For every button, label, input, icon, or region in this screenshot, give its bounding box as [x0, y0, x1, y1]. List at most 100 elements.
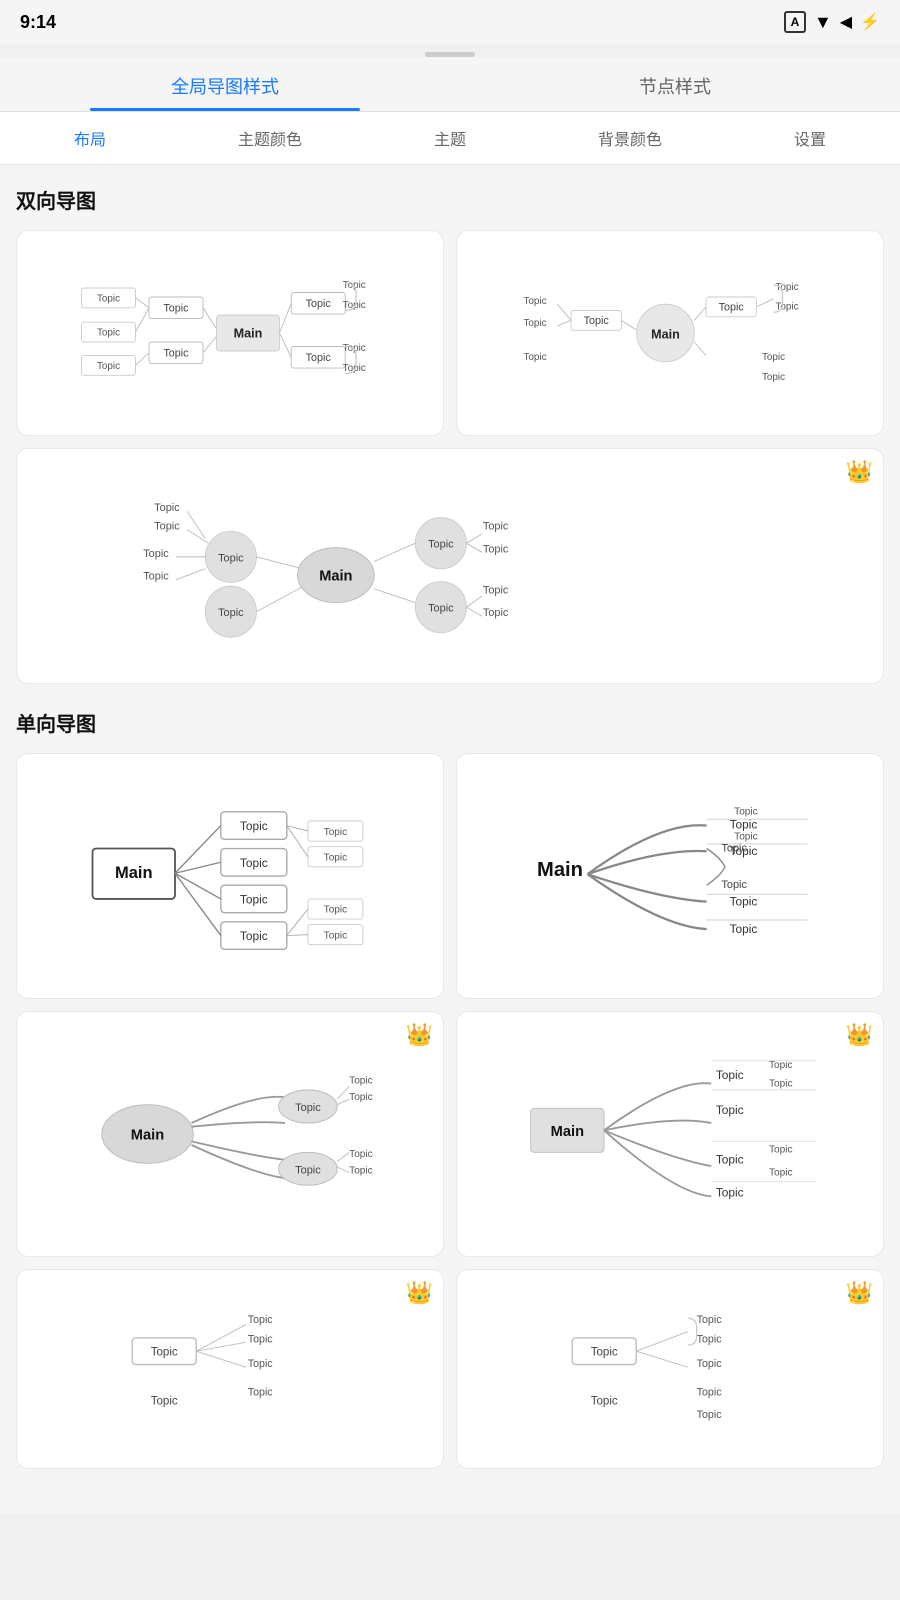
svg-text:Topic: Topic — [734, 807, 758, 818]
svg-text:Topic: Topic — [324, 852, 348, 863]
subtab-settings[interactable]: 设置 — [720, 116, 900, 160]
svg-text:Topic: Topic — [343, 280, 366, 291]
card-unidirectional-ellipse[interactable]: 👑 Main Topic Topic Topic — [16, 1011, 444, 1257]
svg-text:Topic: Topic — [730, 922, 758, 936]
svg-text:Topic: Topic — [769, 1144, 793, 1155]
svg-text:Topic: Topic — [591, 1396, 618, 1408]
svg-text:Topic: Topic — [343, 300, 366, 311]
svg-text:Topic: Topic — [349, 1076, 373, 1087]
svg-text:Topic: Topic — [218, 607, 244, 619]
subtab-layout[interactable]: 布局 — [0, 116, 180, 160]
svg-text:Topic: Topic — [697, 1333, 723, 1345]
premium-badge-ud4: 👑 — [846, 1022, 873, 1048]
tab-global-style[interactable]: 全局导图样式 — [0, 57, 450, 111]
card-unidirectional-partial1[interactable]: 👑 Topic Topic Topic Topic Topic Topic — [16, 1269, 444, 1469]
svg-text:Topic: Topic — [240, 819, 268, 833]
svg-text:Topic: Topic — [697, 1409, 723, 1421]
sub-tabs: 布局 主题颜色 主题 背景颜色 设置 — [0, 112, 900, 165]
svg-text:Topic: Topic — [591, 1347, 618, 1359]
svg-text:Topic: Topic — [248, 1387, 274, 1399]
unidirectional-cards-grid: Main Topic Topic Topic Topic Topic — [16, 753, 884, 1469]
svg-text:Topic: Topic — [151, 1396, 178, 1408]
svg-text:Topic: Topic — [306, 352, 332, 364]
svg-text:Main: Main — [651, 327, 680, 341]
svg-text:Topic: Topic — [769, 1167, 793, 1178]
section-bidirectional-title: 双向导图 — [16, 185, 884, 214]
svg-text:Topic: Topic — [248, 1358, 274, 1370]
svg-text:Main: Main — [551, 1124, 584, 1140]
card-unidirectional-rect-curve[interactable]: 👑 Main Topic Topic Topic Topic — [456, 1011, 884, 1257]
svg-text:Topic: Topic — [721, 842, 747, 854]
svg-text:Main: Main — [115, 864, 153, 882]
wifi-icon: ▼ — [814, 12, 832, 33]
svg-text:Topic: Topic — [343, 363, 366, 374]
card-bidirectional-circle[interactable]: Topic Topic Topic Topic Main Topic — [456, 230, 884, 436]
svg-text:Topic: Topic — [769, 1060, 793, 1071]
svg-text:Topic: Topic — [240, 893, 268, 907]
bidirectional-cards-grid: Topic Topic Topic Topic Topic — [16, 230, 884, 684]
svg-text:Topic: Topic — [762, 352, 785, 363]
svg-text:Topic: Topic — [697, 1387, 723, 1399]
premium-badge-ud5: 👑 — [406, 1280, 433, 1306]
svg-text:Topic: Topic — [343, 343, 366, 354]
svg-text:Topic: Topic — [428, 539, 454, 551]
mindmap-ud3: Main Topic Topic Topic Topic Topic Top — [29, 1024, 431, 1244]
svg-text:Topic: Topic — [248, 1314, 274, 1326]
card-bidirectional-rect[interactable]: Topic Topic Topic Topic Topic — [16, 230, 444, 436]
svg-text:Topic: Topic — [240, 856, 268, 870]
card-unidirectional-partial2[interactable]: 👑 Topic Topic Topic Topic Topic Topic To — [456, 1269, 884, 1469]
svg-text:Topic: Topic — [324, 930, 348, 941]
svg-text:Topic: Topic — [523, 352, 546, 363]
svg-text:Topic: Topic — [697, 1358, 723, 1370]
svg-text:Topic: Topic — [716, 1103, 744, 1117]
svg-text:Topic: Topic — [483, 584, 509, 596]
top-tabs: 全局导图样式 节点样式 — [0, 57, 900, 112]
svg-text:Topic: Topic — [324, 827, 348, 838]
section-unidirectional: 单向导图 Main Topic Topic Topic — [16, 708, 884, 1469]
subtab-theme-color[interactable]: 主题颜色 — [180, 116, 360, 160]
svg-text:Topic: Topic — [349, 1092, 373, 1103]
card-bidirectional-circle-large[interactable]: 👑 Topic Topic Topic Topic T — [16, 448, 884, 684]
keyboard-icon: A — [784, 11, 806, 33]
card-unidirectional-rect[interactable]: Main Topic Topic Topic Topic Topic — [16, 753, 444, 999]
svg-text:Topic: Topic — [349, 1149, 373, 1160]
svg-text:Topic: Topic — [716, 1152, 744, 1166]
mindmap-ud1: Main Topic Topic Topic Topic Topic — [29, 766, 431, 986]
svg-text:Topic: Topic — [716, 1068, 744, 1082]
mindmap-ud6: Topic Topic Topic Topic Topic Topic Topi… — [469, 1289, 871, 1449]
svg-text:Topic: Topic — [240, 929, 268, 943]
svg-text:Topic: Topic — [769, 1078, 793, 1089]
svg-text:Topic: Topic — [295, 1102, 321, 1114]
tab-node-style[interactable]: 节点样式 — [450, 57, 900, 111]
status-icons: A ▼ ◀ ⚡ — [784, 11, 880, 33]
svg-text:Topic: Topic — [428, 603, 454, 615]
svg-text:Topic: Topic — [762, 372, 785, 383]
signal-icon: ◀ — [840, 12, 852, 32]
svg-text:Main: Main — [234, 327, 263, 341]
mindmap-bd3: Topic Topic Topic Topic Topic Topic — [29, 461, 871, 671]
mindmap-ud5: Topic Topic Topic Topic Topic Topic — [29, 1289, 431, 1449]
card-unidirectional-curve[interactable]: Main Topic Topic Topic Topic — [456, 753, 884, 999]
svg-text:Topic: Topic — [584, 315, 610, 327]
svg-text:Main: Main — [319, 569, 352, 585]
svg-text:Topic: Topic — [97, 361, 120, 372]
svg-text:Topic: Topic — [218, 552, 244, 564]
section-bidirectional: 双向导图 Topic Topic Topic Topic Topic — [16, 185, 884, 684]
svg-text:Topic: Topic — [523, 318, 546, 329]
svg-text:Topic: Topic — [154, 502, 180, 514]
subtab-theme[interactable]: 主题 — [360, 116, 540, 160]
mindmap-bd2: Topic Topic Topic Topic Main Topic — [469, 243, 871, 423]
svg-text:Topic: Topic — [697, 1314, 723, 1326]
svg-text:Topic: Topic — [163, 347, 189, 359]
subtab-bg-color[interactable]: 背景颜色 — [540, 116, 720, 160]
content-area: 双向导图 Topic Topic Topic Topic Topic — [0, 165, 900, 1513]
premium-badge: 👑 — [846, 459, 873, 485]
svg-text:Topic: Topic — [143, 571, 169, 583]
svg-text:Topic: Topic — [163, 302, 189, 314]
mindmap-bd1: Topic Topic Topic Topic Topic — [29, 243, 431, 423]
svg-text:Topic: Topic — [730, 894, 758, 908]
svg-text:Topic: Topic — [734, 831, 758, 842]
svg-text:Topic: Topic — [523, 296, 546, 307]
svg-text:Topic: Topic — [324, 905, 348, 916]
svg-text:Topic: Topic — [97, 294, 120, 305]
